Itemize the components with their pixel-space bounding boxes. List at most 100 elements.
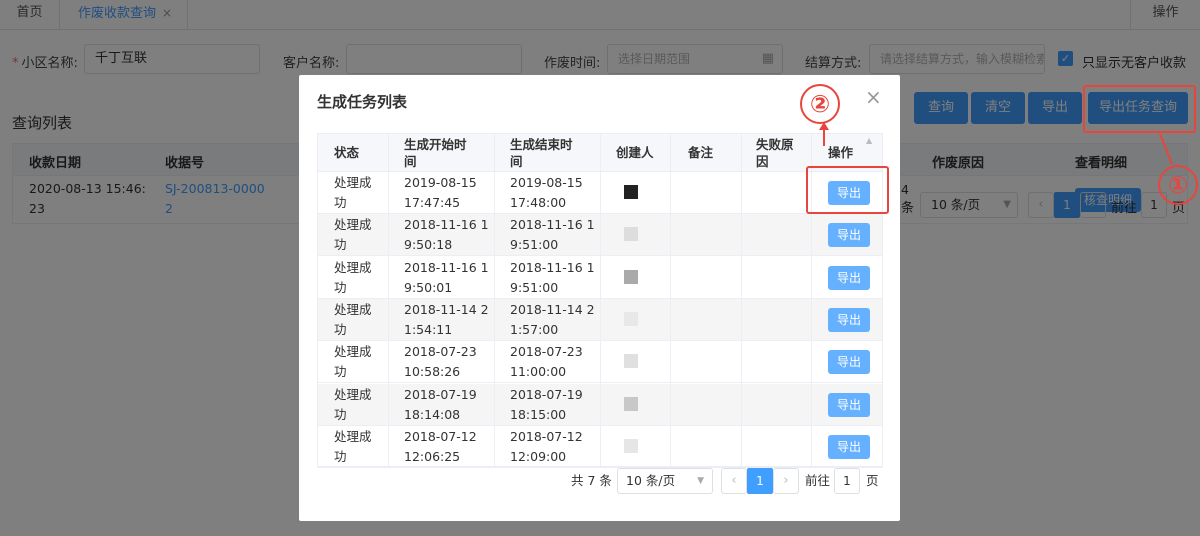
row-export-button[interactable]: 导出 <box>828 434 870 459</box>
dialog-page-size-value: 10 条/页 <box>626 473 676 488</box>
close-icon[interactable]: × <box>865 87 882 107</box>
creator-avatar <box>624 227 638 242</box>
status-line2: 功 <box>334 321 347 337</box>
end-time-cell: 2018-11-14 2 1:57:00 <box>510 300 595 340</box>
start-line2: 9:50:18 <box>404 237 453 253</box>
status-cell: 处理成功 <box>334 173 372 213</box>
col-fail-reason: 失败原因 <box>756 136 794 170</box>
dialog-goto-page-input[interactable]: 1 <box>834 468 860 494</box>
row-export-button[interactable]: 导出 <box>828 223 870 248</box>
annotation-box-dialog-export <box>806 166 889 214</box>
col-fail-line2: 因 <box>756 154 769 169</box>
status-cell: 处理成功 <box>334 385 372 425</box>
start-time-cell: 2019-08-15 17:47:45 <box>404 173 477 213</box>
row-export-button[interactable]: 导出 <box>828 350 870 375</box>
start-line1: 2018-07-19 <box>404 386 477 402</box>
row-export-button[interactable]: 导出 <box>828 392 870 417</box>
status-cell: 处理成功 <box>334 427 372 467</box>
end-line2: 1:57:00 <box>510 321 559 337</box>
task-list-dialog: 生成任务列表 × 状态 生成开始时间 生成结束时间 创建人 备注 失败原因 操作… <box>299 75 900 521</box>
end-line1: 2018-11-16 1 <box>510 259 595 275</box>
column-divider <box>600 134 601 466</box>
start-line1: 2018-11-16 1 <box>404 259 489 275</box>
col-start-time: 生成开始时间 <box>404 136 467 170</box>
row-export-button[interactable]: 导出 <box>828 265 870 290</box>
creator-avatar <box>624 269 638 284</box>
end-time-cell: 2018-11-16 1 9:51:00 <box>510 258 595 298</box>
creator-avatar <box>624 311 638 326</box>
creator-avatar <box>624 438 638 453</box>
column-divider <box>670 134 671 466</box>
start-line1: 2018-07-12 <box>404 428 477 444</box>
col-action: 操作 <box>828 144 853 161</box>
start-time-cell: 2018-11-16 1 9:50:01 <box>404 258 489 298</box>
end-line2: 18:15:00 <box>510 406 567 422</box>
status-line2: 功 <box>334 364 347 380</box>
creator-avatar <box>624 354 638 369</box>
status-line1: 处理成 <box>334 428 372 444</box>
end-time-cell: 2019-08-15 17:48:00 <box>510 173 583 213</box>
col-creator: 创建人 <box>616 144 654 161</box>
end-line1: 2018-07-19 <box>510 386 583 402</box>
status-line2: 功 <box>334 195 347 210</box>
dialog-current-page[interactable]: 1 <box>747 468 773 494</box>
end-time-cell: 2018-07-23 11:00:00 <box>510 342 583 382</box>
dialog-title: 生成任务列表 <box>317 93 408 111</box>
sort-icon[interactable]: ▲ <box>866 136 872 145</box>
status-line2: 功 <box>334 406 347 422</box>
end-line2: 17:48:00 <box>510 195 567 210</box>
end-line1: 2019-08-15 <box>510 175 583 190</box>
end-line2: 11:00:00 <box>510 364 567 380</box>
status-cell: 处理成功 <box>334 342 372 382</box>
annotation-box-export-task-query <box>1083 85 1196 133</box>
start-line1: 2018-11-14 2 <box>404 301 489 317</box>
end-time-cell: 2018-07-12 12:09:00 <box>510 427 583 467</box>
column-divider <box>494 134 495 466</box>
dialog-page-size-select[interactable]: 10 条/页 ▼ <box>617 468 713 494</box>
start-line2: 18:14:08 <box>404 406 461 422</box>
start-line2: 17:47:45 <box>404 195 461 210</box>
col-end-line1: 生成结束时 <box>510 137 573 152</box>
row-export-button[interactable]: 导出 <box>828 307 870 332</box>
start-time-cell: 2018-11-16 1 9:50:18 <box>404 215 489 255</box>
status-line2: 功 <box>334 279 347 295</box>
start-line2: 9:50:01 <box>404 279 453 295</box>
start-line2: 10:58:26 <box>404 364 461 380</box>
start-line2: 1:54:11 <box>404 321 453 337</box>
start-time-cell: 2018-07-19 18:14:08 <box>404 385 477 425</box>
col-end-line2: 间 <box>510 154 523 169</box>
start-line1: 2018-11-16 1 <box>404 217 489 233</box>
annotation-number-one: ① <box>1158 165 1198 205</box>
col-remark-text: 备注 <box>688 145 714 160</box>
status-line1: 处理成 <box>334 386 372 402</box>
dialog-total: 共 7 条 <box>571 473 612 488</box>
dialog-page-unit: 页 <box>866 473 879 488</box>
start-time-cell: 2018-07-23 10:58:26 <box>404 342 477 382</box>
chevron-down-icon: ▼ <box>697 476 704 486</box>
start-time-cell: 2018-11-14 2 1:54:11 <box>404 300 489 340</box>
col-start-line1: 生成开始时 <box>404 137 467 152</box>
col-creator-text: 创建人 <box>616 145 654 160</box>
status-line1: 处理成 <box>334 301 372 317</box>
status-cell: 处理成功 <box>334 300 372 340</box>
end-time-cell: 2018-11-16 1 9:51:00 <box>510 215 595 255</box>
dialog-goto-label: 前往 <box>805 473 831 488</box>
status-line2: 功 <box>334 237 347 253</box>
dialog-next-page-button[interactable]: › <box>773 468 799 494</box>
end-line1: 2018-07-23 <box>510 344 583 360</box>
status-line1: 处理成 <box>334 175 372 190</box>
end-line1: 2018-07-12 <box>510 428 583 444</box>
end-line2: 9:51:00 <box>510 279 559 295</box>
start-line1: 2018-07-23 <box>404 344 477 360</box>
creator-avatar <box>624 396 638 411</box>
col-end-time: 生成结束时间 <box>510 136 573 170</box>
end-line2: 12:09:00 <box>510 448 567 464</box>
creator-avatar <box>624 185 638 199</box>
column-divider <box>388 134 389 466</box>
col-action-text: 操作 <box>828 145 854 160</box>
end-line1: 2018-11-16 1 <box>510 217 595 233</box>
dialog-prev-page-button[interactable]: ‹ <box>721 468 747 494</box>
task-table: 状态 生成开始时间 生成结束时间 创建人 备注 失败原因 操作 ▲ 处理成功 20… <box>317 133 883 468</box>
col-remark: 备注 <box>688 144 713 161</box>
start-line2: 12:06:25 <box>404 448 461 464</box>
